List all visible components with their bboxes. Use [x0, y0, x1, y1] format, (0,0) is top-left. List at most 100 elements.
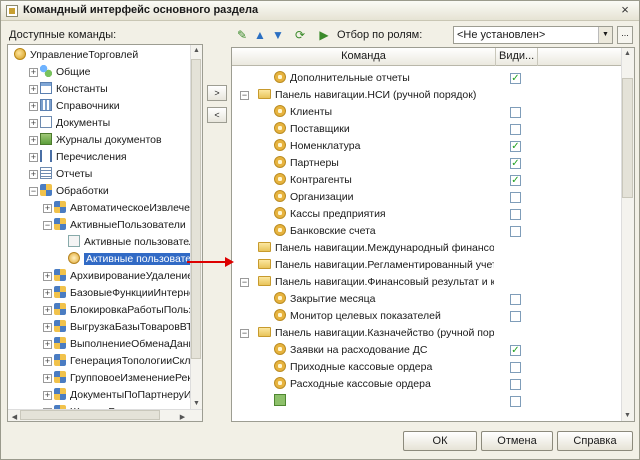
- tree-item[interactable]: − Обработки: [29, 183, 109, 200]
- tree-horizontal-scrollbar[interactable]: ◀ ▶: [8, 409, 202, 421]
- more-button[interactable]: ...: [617, 26, 633, 44]
- visibility-checkbox[interactable]: [510, 294, 521, 305]
- tree-item[interactable]: + ГенерацияТопологииСклад: [43, 353, 202, 370]
- cancel-button[interactable]: Отмена: [481, 431, 553, 451]
- grid-row[interactable]: Поставщики: [232, 121, 622, 138]
- grid-row[interactable]: Организации: [232, 189, 622, 206]
- tree-item[interactable]: + АрхивированиеУдалениеЧ: [43, 268, 200, 285]
- edit-icon[interactable]: ✎: [235, 28, 249, 42]
- help-button[interactable]: Справка: [557, 431, 633, 451]
- scroll-right-icon[interactable]: ▶: [177, 413, 188, 421]
- grid-scroll-down-icon[interactable]: ▼: [622, 412, 633, 419]
- visibility-checkbox[interactable]: [510, 311, 521, 322]
- expand-icon[interactable]: +: [29, 153, 38, 162]
- expand-icon[interactable]: +: [43, 272, 52, 281]
- grid-row[interactable]: − Панель навигации.НСИ (ручной порядок): [232, 87, 622, 104]
- visibility-checkbox[interactable]: ✓: [510, 73, 521, 84]
- add-command-button[interactable]: >: [207, 85, 227, 101]
- visibility-checkbox[interactable]: [510, 226, 521, 237]
- column-command-header[interactable]: Команда: [232, 48, 496, 66]
- section-commands-grid[interactable]: Расходные кассовые ордера Приходные кассо…: [231, 47, 635, 422]
- grid-row[interactable]: Заявки на расходование ДС ✓: [232, 342, 622, 359]
- tree-hscroll-thumb[interactable]: [20, 410, 160, 420]
- tree-item[interactable]: + АвтоматическоеИзвлечен: [43, 200, 196, 217]
- scroll-up-icon[interactable]: ▲: [191, 47, 202, 54]
- collapse-icon[interactable]: −: [43, 221, 52, 230]
- grid-row[interactable]: Панель навигации.Регламентированный учет…: [232, 257, 622, 274]
- grid-row[interactable]: Кассы предприятия: [232, 206, 622, 223]
- tree-item[interactable]: + Журналы документов: [29, 132, 162, 149]
- grid-row[interactable]: Партнеры ✓: [232, 155, 622, 172]
- visibility-checkbox[interactable]: [510, 396, 521, 407]
- tree-item[interactable]: + ГрупповоеИзменениеРекв: [43, 370, 198, 387]
- tree-item[interactable]: Активные пользователи: [68, 251, 202, 268]
- move-down-icon[interactable]: ▼: [271, 28, 285, 42]
- visibility-checkbox[interactable]: [510, 124, 521, 135]
- grid-row[interactable]: Приходные кассовые ордера: [232, 359, 622, 376]
- expand-icon[interactable]: +: [29, 136, 38, 145]
- expand-icon[interactable]: +: [43, 289, 52, 298]
- expand-icon[interactable]: +: [43, 374, 52, 383]
- collapse-icon[interactable]: −: [240, 278, 249, 287]
- grid-row[interactable]: Номенклатура ✓: [232, 138, 622, 155]
- grid-scroll-thumb[interactable]: [622, 78, 633, 198]
- grid-vertical-scrollbar[interactable]: ▲ ▼: [621, 48, 634, 421]
- tree-item[interactable]: + Отчеты: [29, 166, 92, 183]
- scroll-left-icon[interactable]: ◀: [9, 413, 20, 421]
- grid-row[interactable]: Монитор целевых показателей: [232, 308, 622, 325]
- grid-row[interactable]: Клиенты: [232, 104, 622, 121]
- tree-item[interactable]: + БлокировкаРаботыПользо: [43, 302, 199, 319]
- expand-icon[interactable]: +: [43, 306, 52, 315]
- collapse-icon[interactable]: −: [29, 187, 38, 196]
- grid-row[interactable]: Расходные кассовые ордера: [232, 376, 622, 393]
- visibility-checkbox[interactable]: [510, 209, 521, 220]
- tree-item[interactable]: + ВыполнениеОбменаДанны: [43, 336, 202, 353]
- expand-icon[interactable]: +: [43, 340, 52, 349]
- remove-command-button[interactable]: <: [207, 107, 227, 123]
- scroll-down-icon[interactable]: ▼: [191, 400, 202, 407]
- grid-row[interactable]: [232, 393, 622, 410]
- visibility-checkbox[interactable]: [510, 379, 521, 390]
- grid-row[interactable]: − Панель навигации.Казначейство (ручной п…: [232, 325, 622, 342]
- tree-scroll-thumb[interactable]: [191, 59, 201, 359]
- column-visible-header[interactable]: Види...: [496, 48, 538, 66]
- visibility-checkbox[interactable]: ✓: [510, 158, 521, 169]
- tree-item[interactable]: + Документы: [29, 115, 110, 132]
- filter-icon[interactable]: ▶: [317, 28, 331, 42]
- visibility-checkbox[interactable]: ✓: [510, 345, 521, 356]
- tree-item[interactable]: + БазовыеФункцииИнтернет: [43, 285, 199, 302]
- grid-row[interactable]: Банковские счета: [232, 223, 622, 240]
- tree-item[interactable]: − АктивныеПользователи: [43, 217, 186, 234]
- grid-row[interactable]: Контрагенты ✓: [232, 172, 622, 189]
- expand-icon[interactable]: +: [29, 85, 38, 94]
- tree-item[interactable]: + ДокументыПоПартнеруИС: [43, 387, 199, 404]
- grid-row[interactable]: Дополнительные отчеты ✓: [232, 70, 622, 87]
- visibility-checkbox[interactable]: [510, 192, 521, 203]
- roles-filter-select[interactable]: <Не установлен> ▼: [453, 26, 613, 44]
- expand-icon[interactable]: +: [29, 102, 38, 111]
- tree-item[interactable]: + Константы: [29, 81, 108, 98]
- visibility-checkbox[interactable]: [510, 362, 521, 373]
- chevron-down-icon[interactable]: ▼: [598, 27, 612, 43]
- expand-icon[interactable]: +: [43, 357, 52, 366]
- expand-icon[interactable]: +: [29, 68, 38, 77]
- move-up-icon[interactable]: ▲: [253, 28, 267, 42]
- grid-scroll-up-icon[interactable]: ▲: [622, 50, 633, 57]
- grid-row[interactable]: − Панель навигации.Финансовый результат и…: [232, 274, 622, 291]
- visibility-checkbox[interactable]: [510, 107, 521, 118]
- visibility-checkbox[interactable]: ✓: [510, 141, 521, 152]
- expand-icon[interactable]: +: [43, 391, 52, 400]
- collapse-icon[interactable]: −: [240, 91, 249, 100]
- expand-icon[interactable]: +: [29, 170, 38, 179]
- grid-row[interactable]: Панель навигации.Международный финансов.…: [232, 240, 622, 257]
- expand-icon[interactable]: +: [43, 323, 52, 332]
- tree-item[interactable]: + Справочники: [29, 98, 120, 115]
- collapse-icon[interactable]: −: [240, 329, 249, 338]
- tree-item[interactable]: УправлениеТорговлей: [14, 47, 138, 64]
- available-commands-tree[interactable]: +ЖурналРегистрации+ДокументыПоПартнеруИС…: [7, 44, 203, 422]
- expand-icon[interactable]: +: [29, 119, 38, 128]
- close-button[interactable]: ×: [617, 3, 633, 18]
- tree-item[interactable]: Активные пользовател: [68, 234, 195, 251]
- refresh-icon[interactable]: ⟳: [293, 28, 307, 42]
- expand-icon[interactable]: +: [43, 204, 52, 213]
